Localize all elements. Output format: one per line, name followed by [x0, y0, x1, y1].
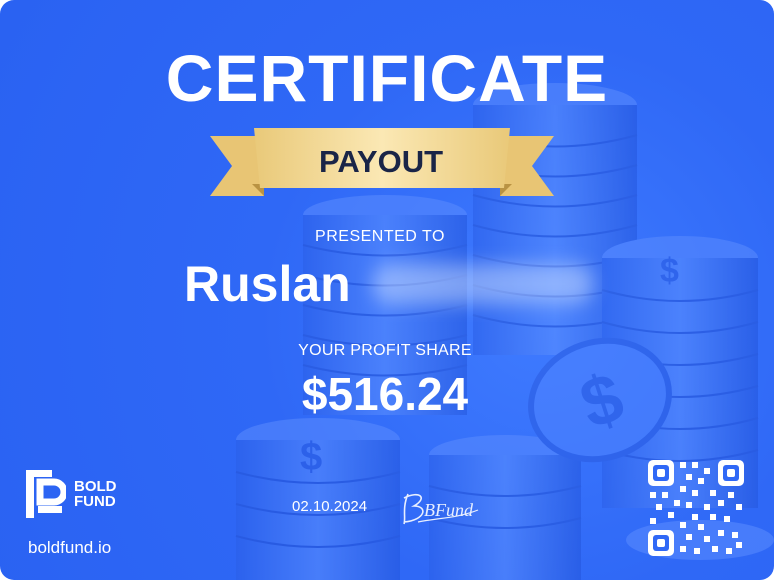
profit-share-label: YOUR PROFIT SHARE: [298, 342, 472, 359]
qr-code[interactable]: [648, 460, 744, 556]
boldfund-logo: BOLD FUND: [26, 470, 117, 518]
payout-certificate: $ $ $ CERTIFICATE PAYOUT PRESENTED TO Ru…: [0, 0, 774, 580]
boldfund-logo-text: BOLD FUND: [74, 479, 117, 509]
recipient-last-name-redacted: [372, 264, 593, 304]
payout-amount: $516.24: [301, 368, 469, 420]
signature: BFund: [403, 493, 479, 525]
boldfund-logo-icon: [26, 470, 66, 518]
certificate-title: CERTIFICATE: [165, 41, 609, 115]
website-link[interactable]: boldfund.io: [28, 538, 111, 558]
recipient-name: Ruslan: [184, 252, 593, 316]
issue-date: 02.10.2024: [292, 498, 368, 515]
logo-line-1: BOLD: [74, 478, 117, 495]
presented-to-label: PRESENTED TO: [315, 228, 445, 245]
svg-text:$: $: [660, 252, 679, 290]
recipient-first-name: Ruslan: [184, 256, 351, 312]
svg-text:$: $: [300, 435, 322, 479]
logo-line-2: FUND: [74, 493, 116, 510]
ribbon-label: PAYOUT: [318, 144, 444, 179]
